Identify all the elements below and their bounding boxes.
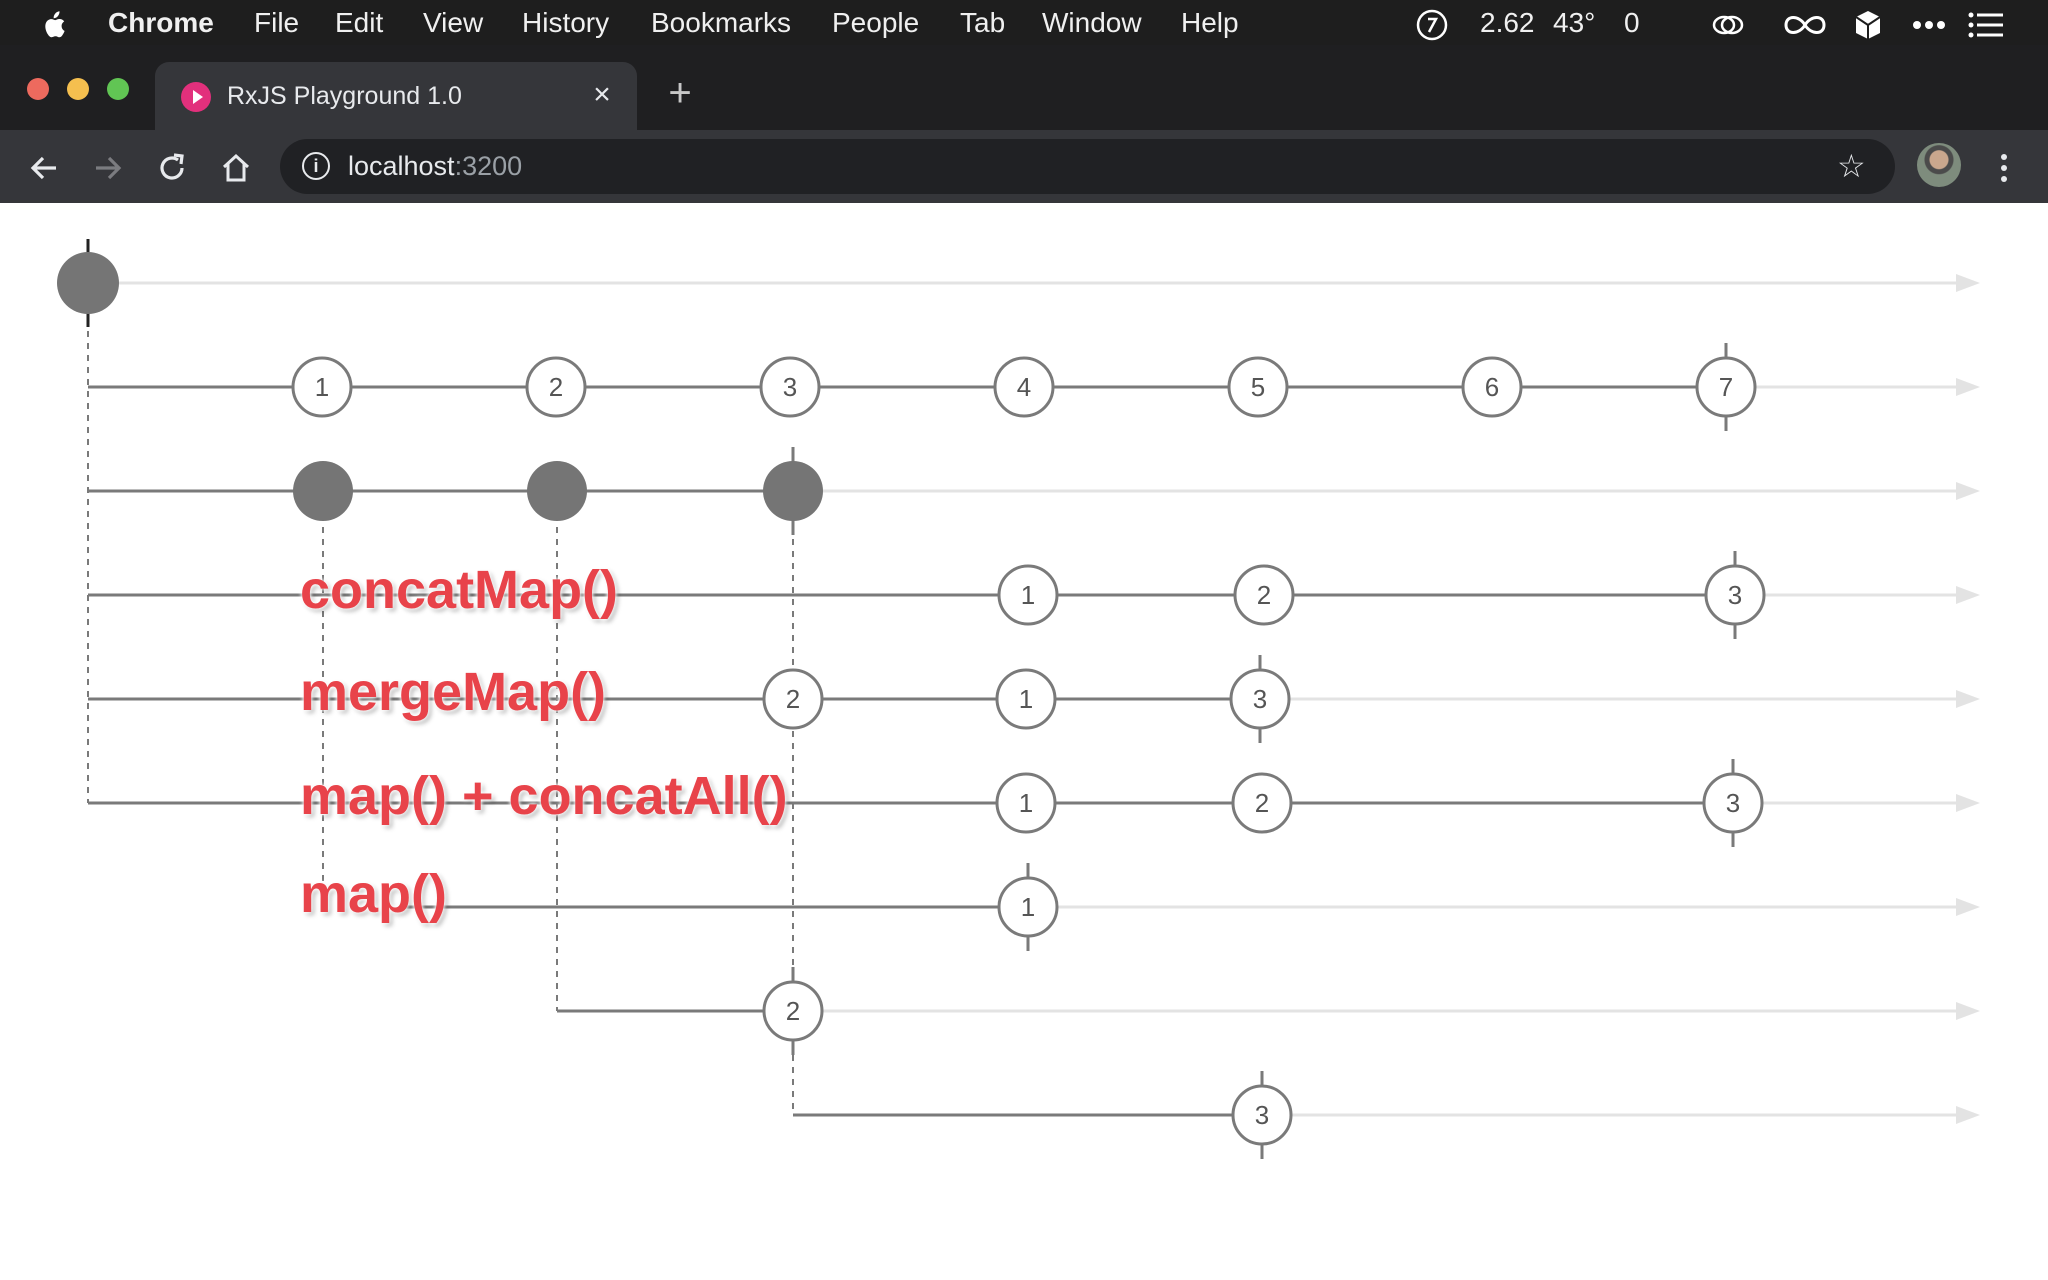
back-button[interactable] bbox=[22, 144, 66, 188]
creative-cloud-icon[interactable] bbox=[1710, 0, 1746, 45]
avatar[interactable] bbox=[1917, 143, 1961, 187]
menu-history[interactable]: History bbox=[522, 0, 609, 45]
menu-file[interactable]: File bbox=[254, 0, 299, 45]
menu-help[interactable]: Help bbox=[1181, 0, 1239, 45]
menu-chrome[interactable]: Chrome bbox=[108, 0, 214, 45]
home-button[interactable] bbox=[214, 144, 258, 188]
apple-icon[interactable] bbox=[40, 0, 66, 45]
new-tab-button[interactable]: + bbox=[660, 73, 700, 113]
status-load: 2.62 bbox=[1480, 7, 1535, 38]
tab-title: RxJS Playground 1.0 bbox=[227, 82, 462, 110]
reload-button[interactable] bbox=[150, 144, 194, 188]
favicon-icon bbox=[181, 82, 211, 112]
menu-bar: Chrome File Edit View History Bookmarks … bbox=[0, 0, 2048, 45]
label-map: map() bbox=[300, 864, 447, 924]
label-concatmap: concatMap() bbox=[300, 560, 619, 620]
info-icon[interactable]: i bbox=[302, 152, 330, 180]
cube-icon[interactable] bbox=[1854, 0, 1882, 45]
menu-view[interactable]: View bbox=[423, 0, 483, 45]
browser-toolbar: i localhost:3200 ☆ bbox=[0, 130, 2048, 203]
status-temp: 43° bbox=[1553, 7, 1596, 38]
menu-edit[interactable]: Edit bbox=[335, 0, 383, 45]
kebab-menu-icon[interactable] bbox=[1982, 144, 2026, 188]
menu-people[interactable]: People bbox=[832, 0, 919, 45]
menu-window[interactable]: Window bbox=[1042, 0, 1142, 45]
url-text[interactable]: localhost:3200 bbox=[348, 139, 522, 194]
menu-bookmarks[interactable]: Bookmarks bbox=[651, 0, 791, 45]
operator-labels: concatMap() mergeMap() map() + concatAll… bbox=[0, 203, 2048, 1280]
ellipsis-icon[interactable] bbox=[1912, 0, 1946, 45]
tab-close-button[interactable]: × bbox=[587, 80, 617, 110]
page-content: 1234567123213123123 concatMap() mergeMap… bbox=[0, 203, 2048, 1280]
label-map-concatall: map() + concatAll() bbox=[300, 766, 788, 826]
minimize-window-button[interactable] bbox=[67, 78, 89, 100]
close-window-button[interactable] bbox=[27, 78, 49, 100]
bookmark-star-icon[interactable]: ☆ bbox=[1837, 139, 1866, 194]
address-bar[interactable]: i localhost:3200 ☆ bbox=[280, 139, 1895, 194]
tab-rxjs-playground[interactable]: RxJS Playground 1.0 × bbox=[155, 62, 637, 130]
menu-tab[interactable]: Tab bbox=[960, 0, 1005, 45]
clock-icon[interactable] bbox=[1415, 0, 1449, 45]
list-icon[interactable] bbox=[1968, 0, 2004, 45]
status-count: 0 bbox=[1624, 7, 1640, 38]
infinity-icon[interactable] bbox=[1782, 0, 1828, 45]
label-mergemap: mergeMap() bbox=[300, 662, 607, 722]
forward-button[interactable] bbox=[86, 144, 130, 188]
zoom-window-button[interactable] bbox=[107, 78, 129, 100]
